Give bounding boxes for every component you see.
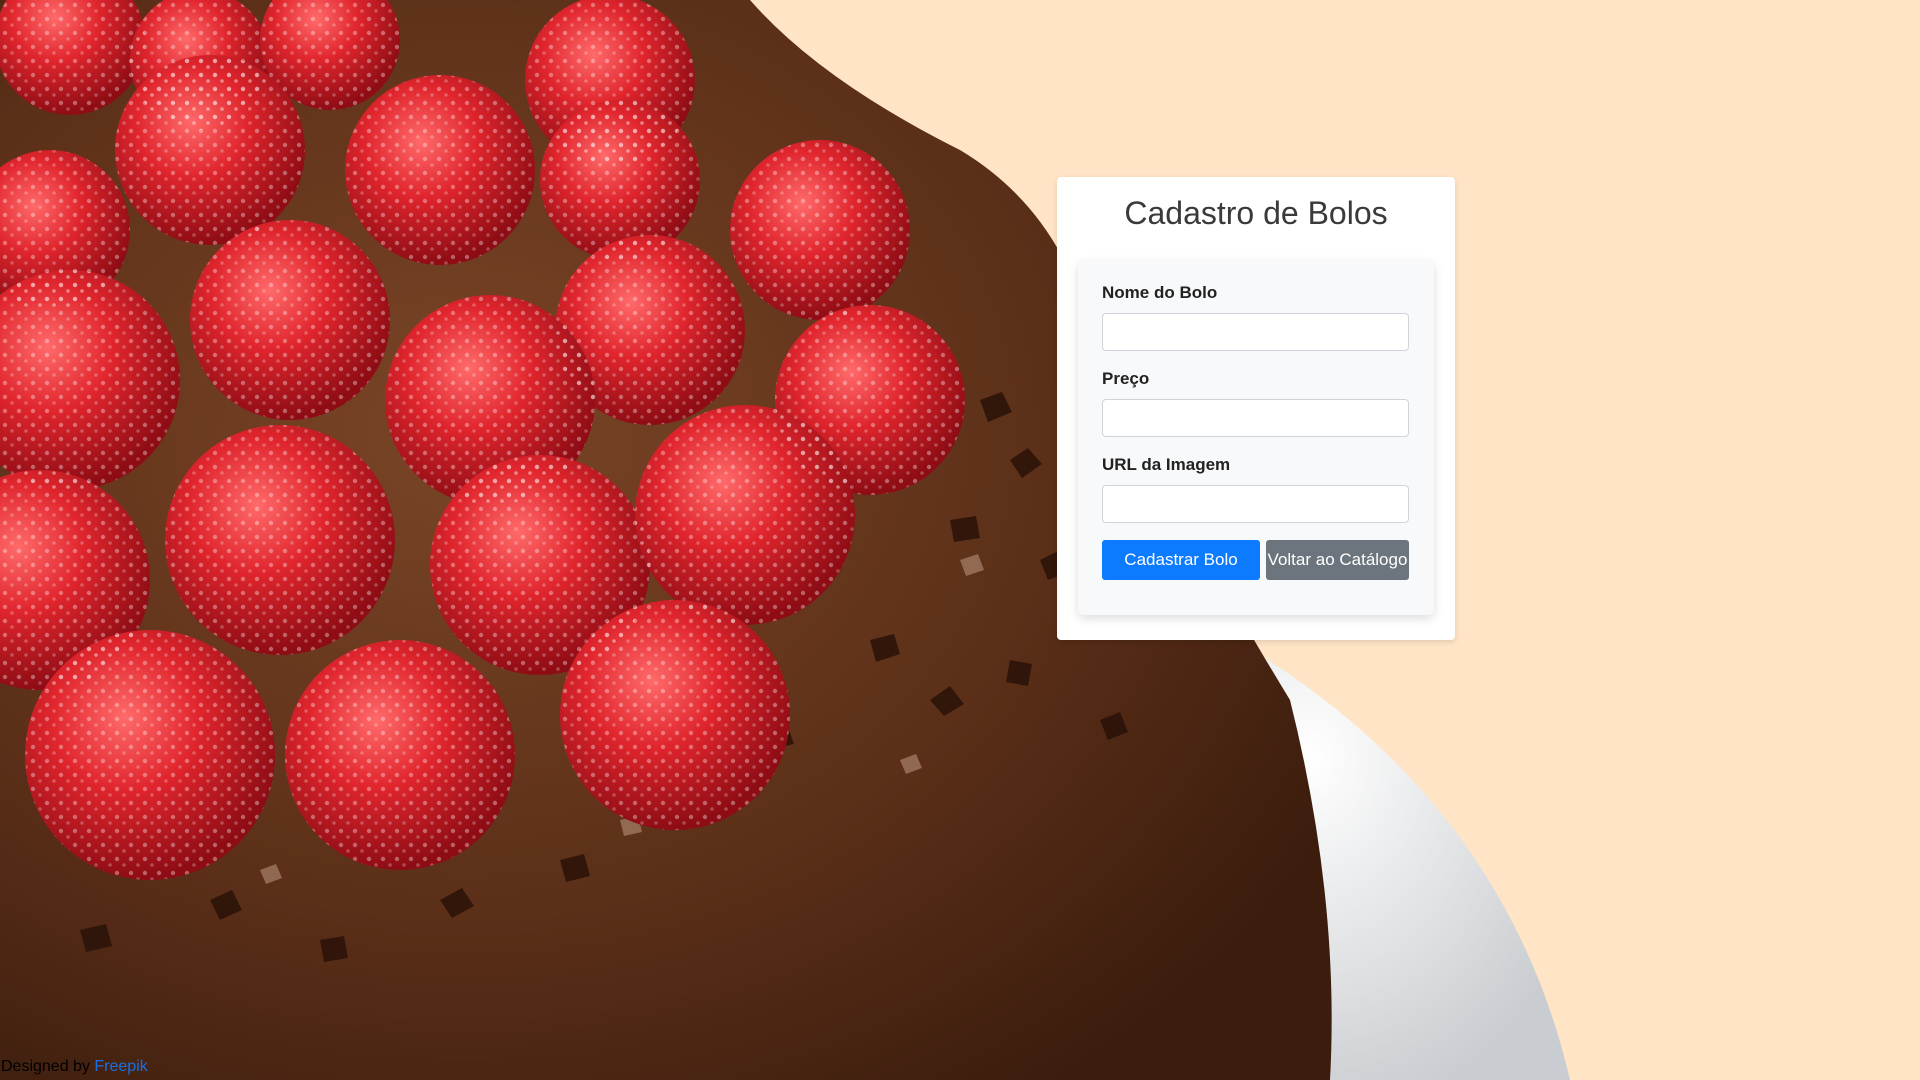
freepik-link[interactable]: Freepik	[94, 1058, 147, 1075]
price-input[interactable]	[1102, 399, 1409, 437]
background-cake-photo	[0, 0, 1920, 1080]
page-title: Cadastro de Bolos	[1124, 195, 1388, 231]
photo-credit: Designed by Freepik	[1, 1058, 148, 1076]
submit-cake-button[interactable]: Cadastrar Bolo	[1102, 540, 1260, 580]
cake-form-card: Cadastro de Bolos Nome do Bolo Preço URL…	[1057, 177, 1455, 640]
back-to-catalog-button[interactable]: Voltar ao Catálogo	[1266, 540, 1409, 580]
cake-registration-form: Nome do Bolo Preço URL da Imagem Cadastr…	[1078, 259, 1434, 615]
credit-prefix: Designed by	[1, 1058, 90, 1075]
cake-name-input[interactable]	[1102, 313, 1409, 351]
image-url-label: URL da Imagem	[1102, 455, 1231, 474]
cake-name-label: Nome do Bolo	[1102, 283, 1218, 302]
price-label: Preço	[1102, 369, 1150, 388]
image-url-input[interactable]	[1102, 485, 1409, 523]
